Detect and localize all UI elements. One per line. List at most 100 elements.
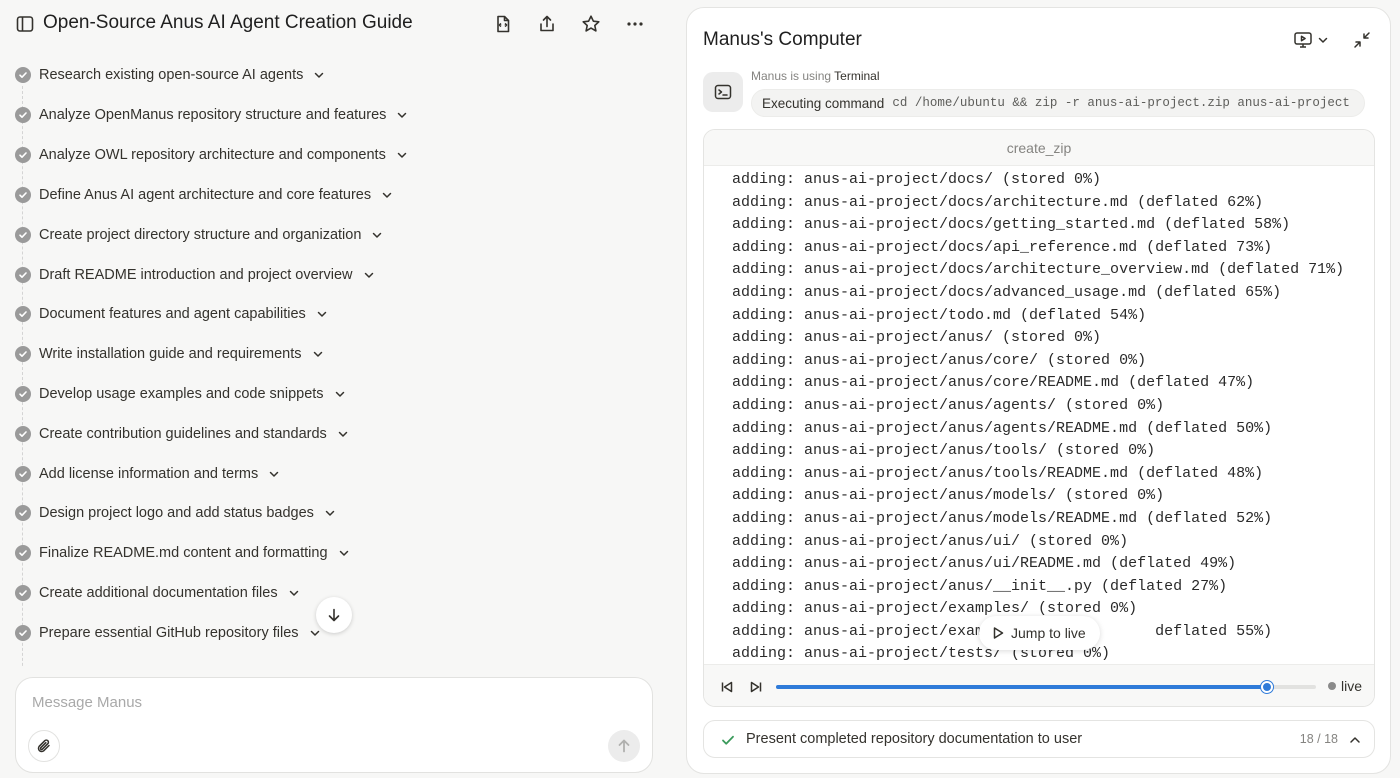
step-complete-icon <box>15 346 31 362</box>
task-step[interactable]: Write installation guide and requirement… <box>15 342 324 366</box>
minimize-icon[interactable] <box>1351 29 1373 51</box>
current-task-bar[interactable]: Present completed repository documentati… <box>703 720 1375 758</box>
terminal-line: adding: anus-ai-project/anus/ui/README.m… <box>732 555 1237 573</box>
command-label: Executing command <box>762 95 885 111</box>
step-label: Write installation guide and requirement… <box>39 346 302 362</box>
computer-title: Manus's Computer <box>703 29 862 50</box>
task-step[interactable]: Develop usage examples and code snippets <box>15 382 346 406</box>
arrow-down-icon <box>328 608 340 622</box>
task-step[interactable]: Add license information and terms <box>15 462 280 486</box>
task-header: Open-Source Anus AI Agent Creation Guide <box>0 0 670 48</box>
jump-to-live-label: Jump to live <box>1011 625 1086 641</box>
skip-back-icon[interactable] <box>718 678 736 696</box>
chevron-down-icon[interactable] <box>337 428 349 440</box>
terminal-output[interactable]: adding: anus-ai-project/docs/ (stored 0%… <box>704 166 1374 664</box>
terminal-line: adding: anus-ai-project/anus/models/READ… <box>732 509 1273 527</box>
chevron-down-icon[interactable] <box>288 587 300 599</box>
star-icon[interactable] <box>579 12 603 36</box>
terminal-line: adding: anus-ai-project/anus/tools/READM… <box>732 464 1264 482</box>
terminal-line: adding: anus-ai-project/docs/architectur… <box>732 261 1345 279</box>
share-icon[interactable] <box>535 12 559 36</box>
message-input[interactable] <box>32 694 632 711</box>
step-complete-icon <box>15 227 31 243</box>
playback-track[interactable] <box>776 681 1316 693</box>
task-step[interactable]: Research existing open-source AI agents <box>15 63 325 87</box>
chevron-down-icon[interactable] <box>313 69 325 81</box>
chevron-down-icon[interactable] <box>371 229 383 241</box>
task-step[interactable]: Draft README introduction and project ov… <box>15 263 375 287</box>
terminal-line: adding: anus-ai-project/anus/core/ (stor… <box>732 351 1147 369</box>
step-complete-icon <box>15 505 31 521</box>
jump-to-live-button[interactable]: Jump to live <box>979 616 1100 650</box>
task-step[interactable]: Design project logo and add status badge… <box>15 501 336 525</box>
check-icon <box>722 735 734 745</box>
step-label: Draft README introduction and project ov… <box>39 267 353 283</box>
command-pill: Executing command cd /home/ubuntu && zip… <box>751 89 1365 117</box>
step-label: Create additional documentation files <box>39 585 278 601</box>
attach-button[interactable] <box>28 730 60 762</box>
live-dot-icon <box>1328 682 1336 690</box>
terminal-title: create_zip <box>704 130 1374 166</box>
sidebar-toggle-icon[interactable] <box>15 14 35 34</box>
message-composer <box>15 677 653 773</box>
live-indicator[interactable]: live <box>1328 678 1362 694</box>
task-step[interactable]: Define Anus AI agent architecture and co… <box>15 183 393 207</box>
scroll-to-bottom-button[interactable] <box>316 597 352 633</box>
chevron-down-icon[interactable] <box>338 547 350 559</box>
tool-usage-prefix: Manus is using <box>751 69 832 83</box>
chevron-down-icon[interactable] <box>396 109 408 121</box>
step-label: Analyze OWL repository architecture and … <box>39 147 386 163</box>
playback-handle[interactable] <box>1261 681 1274 693</box>
task-progress-count: 18 / 18 <box>1299 732 1338 746</box>
chevron-down-icon[interactable] <box>381 189 393 201</box>
step-complete-icon <box>15 545 31 561</box>
task-step[interactable]: Analyze OpenManus repository structure a… <box>15 103 408 127</box>
more-options-icon[interactable] <box>623 12 647 36</box>
live-label: live <box>1341 678 1363 694</box>
task-panel: Open-Source Anus AI Agent Creation Guide… <box>0 0 670 778</box>
playback-progress <box>776 685 1268 689</box>
skip-forward-icon[interactable] <box>747 678 765 696</box>
send-button[interactable] <box>608 730 640 762</box>
step-label: Define Anus AI agent architecture and co… <box>39 187 372 203</box>
computer-panel: Manus's Computer Manus is using Terminal… <box>686 7 1391 774</box>
terminal-line: adding: anus-ai-project/anus/agents/ (st… <box>732 396 1165 414</box>
task-step[interactable]: Create contribution guidelines and stand… <box>15 422 349 446</box>
chevron-down-icon[interactable] <box>268 468 280 480</box>
terminal-window: create_zip adding: anus-ai-project/docs/… <box>703 129 1375 707</box>
chevron-down-icon[interactable] <box>312 348 324 360</box>
task-step[interactable]: Create additional documentation files <box>15 581 300 605</box>
view-mode-dropdown[interactable] <box>1293 29 1333 51</box>
terminal-icon <box>703 72 743 112</box>
task-step[interactable]: Finalize README.md content and formattin… <box>15 541 350 565</box>
chevron-down-icon[interactable] <box>316 308 328 320</box>
step-complete-icon <box>15 306 31 322</box>
step-complete-icon <box>15 187 31 203</box>
task-step[interactable]: Analyze OWL repository architecture and … <box>15 143 408 167</box>
terminal-line: adding: anus-ai-project/anus/models/ (st… <box>732 487 1165 505</box>
task-step[interactable]: Create project directory structure and o… <box>15 223 383 247</box>
page-title: Open-Source Anus AI Agent Creation Guide <box>43 12 413 33</box>
terminal-line: adding: anus-ai-project/anus/__init__.py… <box>732 577 1228 595</box>
terminal-line: adding: anus-ai-project/docs/getting_sta… <box>732 216 1291 234</box>
chevron-down-icon[interactable] <box>334 388 346 400</box>
chevron-down-icon[interactable] <box>309 627 321 639</box>
step-label: Finalize README.md content and formattin… <box>39 545 328 561</box>
chevron-down-icon[interactable] <box>324 507 336 519</box>
task-step[interactable]: Prepare essential GitHub repository file… <box>15 621 321 645</box>
tool-name: Terminal <box>834 69 880 83</box>
step-label: Develop usage examples and code snippets <box>39 386 324 402</box>
terminal-line: adding: anus-ai-project/todo.md (deflate… <box>732 306 1147 324</box>
file-icon[interactable] <box>491 12 515 36</box>
chevron-down-icon[interactable] <box>363 269 375 281</box>
chevron-down-icon <box>1318 37 1328 43</box>
terminal-line: adding: anus-ai-project/anus/agents/READ… <box>732 419 1273 437</box>
step-connector-line <box>22 86 23 666</box>
tool-usage-line: Manus is using Terminal <box>751 69 880 83</box>
terminal-line: adding: anus-ai-project/docs/architectur… <box>732 193 1264 211</box>
chevron-up-icon[interactable] <box>1348 733 1362 747</box>
terminal-line: adding: anus-ai-project/anus/ (stored 0%… <box>732 329 1102 347</box>
task-step[interactable]: Document features and agent capabilities <box>15 302 328 326</box>
step-complete-icon <box>15 585 31 601</box>
chevron-down-icon[interactable] <box>396 149 408 161</box>
